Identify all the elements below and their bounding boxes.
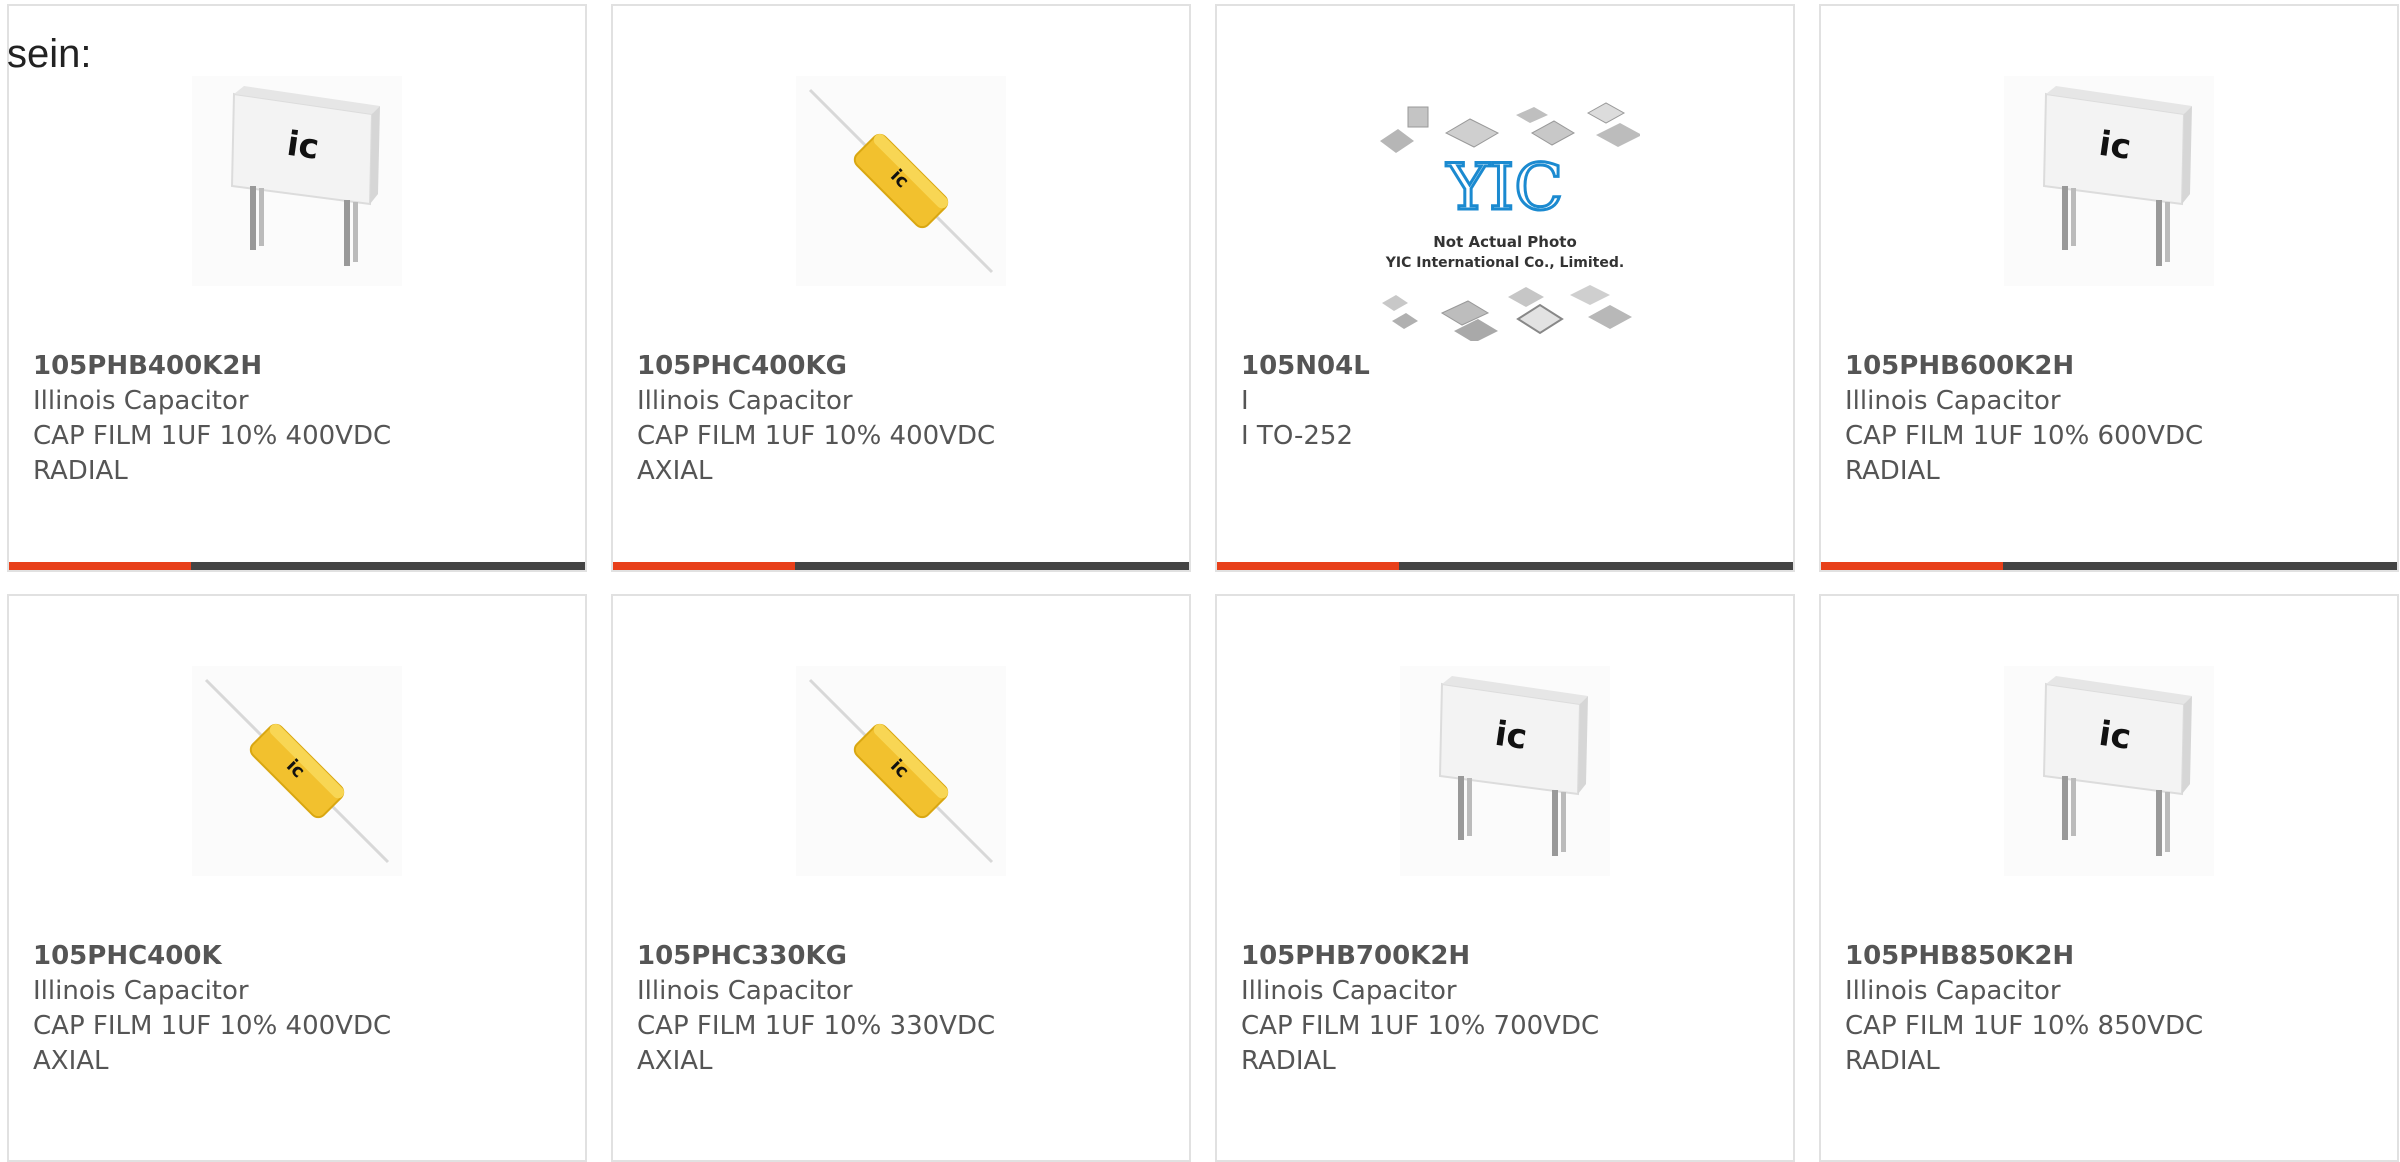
product-info: 105PHC400KG Illinois Capacitor CAP FILM … xyxy=(637,349,995,489)
placeholder-image[interactable]: YIC Not Actual Photo YIC International C… xyxy=(1370,91,1640,341)
part-number-link[interactable]: 105PHC400KG xyxy=(637,349,995,384)
accent-bar xyxy=(1217,562,1399,570)
product-info: 105PHC330KG Illinois Capacitor CAP FILM … xyxy=(637,939,995,1079)
product-card[interactable]: ic 105PHB600K2H Illinois Capacitor CAP F… xyxy=(1819,4,2399,572)
description: CAP FILM 1UF 10% 400VDC xyxy=(33,421,392,451)
package: RADIAL xyxy=(1845,456,1940,486)
svg-text:ic: ic xyxy=(2096,124,2133,168)
accent-bar xyxy=(613,562,795,570)
part-number-link[interactable]: 105N04L xyxy=(1241,349,1370,384)
product-card[interactable]: ic 105PHB700K2H Illinois Capacitor CAP F… xyxy=(1215,594,1795,1162)
part-number-link[interactable]: 105PHB400K2H xyxy=(33,349,391,384)
package: AXIAL xyxy=(637,1046,713,1076)
product-info: 105PHB700K2H Illinois Capacitor CAP FILM… xyxy=(1241,939,1599,1079)
description: CAP FILM 1UF 10% 400VDC xyxy=(637,421,996,451)
axial-capacitor-image[interactable]: ic xyxy=(192,666,402,876)
description: CAP FILM 1UF 10% 330VDC xyxy=(637,1011,996,1041)
product-info: 105PHB400K2H Illinois Capacitor CAP FILM… xyxy=(33,349,391,489)
accent-bar xyxy=(9,562,191,570)
part-number-link[interactable]: 105PHC330KG xyxy=(637,939,995,974)
axial-capacitor-image[interactable]: ic xyxy=(796,666,1006,876)
product-card[interactable]: ic 105PHB400K2H Illinois Capacitor CAP F… xyxy=(7,4,587,572)
svg-text:YIC International Co., Limited: YIC International Co., Limited. xyxy=(1385,255,1624,271)
svg-text:ic: ic xyxy=(284,124,321,168)
radial-capacitor-image[interactable]: ic xyxy=(2004,666,2214,876)
description: CAP FILM 1UF 10% 850VDC xyxy=(1845,1011,2204,1041)
product-card[interactable]: YIC Not Actual Photo YIC International C… xyxy=(1215,4,1795,572)
product-info: 105PHC400K Illinois Capacitor CAP FILM 1… xyxy=(33,939,391,1079)
product-grid: ic 105PHB400K2H Illinois Capacitor CAP F… xyxy=(7,4,2399,1162)
manufacturer: Illinois Capacitor xyxy=(33,976,249,1006)
svg-text:YIC: YIC xyxy=(1446,151,1564,225)
package: RADIAL xyxy=(1845,1046,1940,1076)
manufacturer: Illinois Capacitor xyxy=(637,386,853,416)
radial-capacitor-image[interactable]: ic xyxy=(192,76,402,286)
manufacturer: Illinois Capacitor xyxy=(1845,386,2061,416)
card-footer-bar xyxy=(9,562,585,570)
card-footer-bar xyxy=(1217,562,1793,570)
product-info: 105N04L I I TO-252 xyxy=(1241,349,1370,454)
description: CAP FILM 1UF 10% 400VDC xyxy=(33,1011,392,1041)
product-info: 105PHB600K2H Illinois Capacitor CAP FILM… xyxy=(1845,349,2203,489)
card-footer-bar xyxy=(1821,562,2397,570)
package: AXIAL xyxy=(33,1046,109,1076)
radial-capacitor-image[interactable]: ic xyxy=(2004,76,2214,286)
radial-capacitor-image[interactable]: ic xyxy=(1400,666,1610,876)
intro-text: sein: xyxy=(7,32,92,76)
description: CAP FILM 1UF 10% 600VDC xyxy=(1845,421,2204,451)
product-info: 105PHB850K2H Illinois Capacitor CAP FILM… xyxy=(1845,939,2203,1079)
product-card[interactable]: ic 105PHC400KG Illinois Capacitor CAP FI… xyxy=(611,4,1191,572)
svg-text:Not Actual Photo: Not Actual Photo xyxy=(1433,233,1577,251)
manufacturer: Illinois Capacitor xyxy=(637,976,853,1006)
product-card[interactable]: ic 105PHC330KG Illinois Capacitor CAP FI… xyxy=(611,594,1191,1162)
package: AXIAL xyxy=(637,456,713,486)
description: CAP FILM 1UF 10% 700VDC xyxy=(1241,1011,1600,1041)
manufacturer: Illinois Capacitor xyxy=(1845,976,2061,1006)
part-number-link[interactable]: 105PHB600K2H xyxy=(1845,349,2203,384)
svg-text:ic: ic xyxy=(2096,714,2133,758)
package: RADIAL xyxy=(33,456,128,486)
product-card[interactable]: ic 105PHC400K Illinois Capacitor CAP FIL… xyxy=(7,594,587,1162)
axial-capacitor-image[interactable]: ic xyxy=(796,76,1006,286)
part-number-link[interactable]: 105PHB850K2H xyxy=(1845,939,2203,974)
svg-text:ic: ic xyxy=(1492,714,1529,758)
description: I TO-252 xyxy=(1241,421,1354,451)
part-number-link[interactable]: 105PHC400K xyxy=(33,939,391,974)
manufacturer: I xyxy=(1241,386,1249,416)
part-number-link[interactable]: 105PHB700K2H xyxy=(1241,939,1599,974)
manufacturer: Illinois Capacitor xyxy=(33,386,249,416)
accent-bar xyxy=(1821,562,2003,570)
card-footer-bar xyxy=(613,562,1189,570)
product-card[interactable]: ic 105PHB850K2H Illinois Capacitor CAP F… xyxy=(1819,594,2399,1162)
package: RADIAL xyxy=(1241,1046,1336,1076)
manufacturer: Illinois Capacitor xyxy=(1241,976,1457,1006)
